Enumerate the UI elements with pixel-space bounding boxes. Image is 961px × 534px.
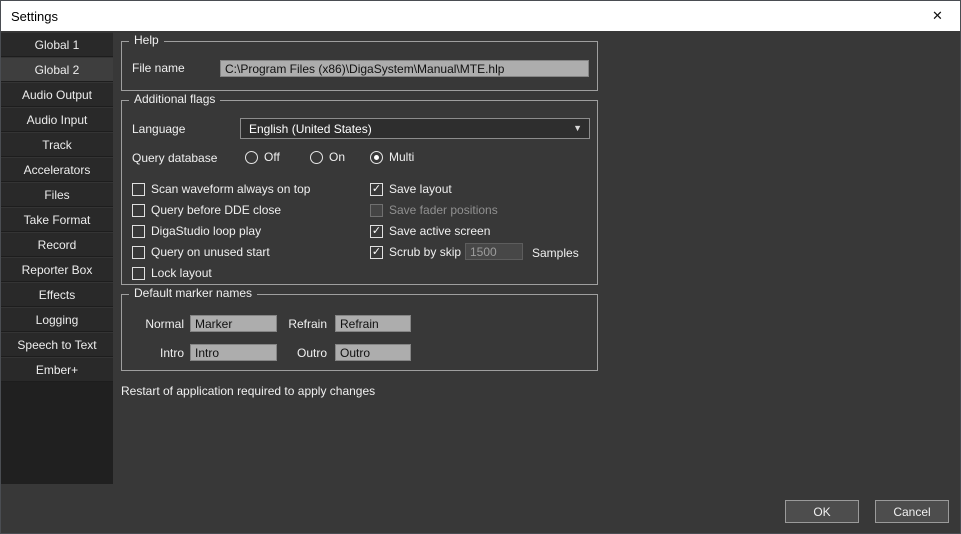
- additional-flags-group-title: Additional flags: [129, 92, 220, 106]
- sidebar-item-label: Track: [42, 138, 72, 152]
- check-icon: ✓: [372, 226, 381, 237]
- sidebar-item-label: Speech to Text: [17, 338, 96, 352]
- additional-flags-group: Additional flags Language English (Unite…: [121, 100, 598, 285]
- sidebar-item-label: Accelerators: [24, 163, 91, 177]
- scrub-by-skip-input[interactable]: [465, 243, 523, 260]
- sidebar-item-label: Logging: [36, 313, 79, 327]
- radio-query-off[interactable]: Off: [245, 150, 280, 164]
- checkbox-icon: ✓: [132, 225, 145, 238]
- window-title: Settings: [11, 9, 58, 24]
- checkbox-label: Save fader positions: [389, 203, 498, 217]
- sidebar-item-label: Global 1: [35, 38, 80, 52]
- check-icon: ✓: [372, 247, 381, 258]
- help-group: Help File name: [121, 41, 598, 91]
- checkbox-icon: ✓: [370, 225, 383, 238]
- marker-label-refrain: Refrain: [277, 317, 327, 331]
- title-bar: Settings ✕: [1, 1, 960, 31]
- checkbox-save-layout[interactable]: ✓ Save layout: [370, 182, 452, 196]
- checkbox-icon: ✓: [370, 183, 383, 196]
- sidebar-item-reporter-box[interactable]: Reporter Box: [1, 257, 113, 282]
- sidebar-item-speech-to-text[interactable]: Speech to Text: [1, 332, 113, 357]
- sidebar-item-label: Audio Input: [27, 113, 88, 127]
- sidebar-item-label: Ember+: [36, 363, 78, 377]
- sidebar-item-audio-input[interactable]: Audio Input: [1, 107, 113, 132]
- radio-icon: [370, 151, 383, 164]
- marker-label-outro: Outro: [277, 346, 327, 360]
- query-database-label: Query database: [132, 151, 217, 165]
- radio-icon: [245, 151, 258, 164]
- sidebar-item-label: Reporter Box: [22, 263, 93, 277]
- sidebar-item-global-2[interactable]: Global 2: [1, 57, 113, 82]
- checkbox-scrub-by-skip[interactable]: ✓ Scrub by skip: [370, 245, 461, 259]
- marker-input-refrain[interactable]: [335, 315, 411, 332]
- checkbox-icon: ✓: [132, 183, 145, 196]
- sidebar-item-label: Take Format: [24, 213, 91, 227]
- sidebar-item-label: Effects: [39, 288, 75, 302]
- marker-label-intro: Intro: [132, 346, 184, 360]
- sidebar-item-ember[interactable]: Ember+: [1, 357, 113, 382]
- sidebar-item-logging[interactable]: Logging: [1, 307, 113, 332]
- marker-label-normal: Normal: [132, 317, 184, 331]
- settings-sidebar: Global 1 Global 2 Audio Output Audio Inp…: [1, 32, 113, 484]
- radio-label: Off: [264, 150, 280, 164]
- sidebar-item-label: Global 2: [35, 63, 80, 77]
- checkbox-label: Lock layout: [151, 266, 212, 280]
- sidebar-item-label: Files: [44, 188, 69, 202]
- ok-button[interactable]: OK: [785, 500, 859, 523]
- sidebar-item-global-1[interactable]: Global 1: [1, 32, 113, 57]
- sidebar-item-record[interactable]: Record: [1, 232, 113, 257]
- checkbox-label: Save active screen: [389, 224, 490, 238]
- sidebar-item-accelerators[interactable]: Accelerators: [1, 157, 113, 182]
- checkbox-icon: ✓: [132, 204, 145, 217]
- default-marker-names-group-title: Default marker names: [129, 286, 257, 300]
- language-dropdown-value: English (United States): [249, 122, 372, 136]
- language-label: Language: [132, 122, 185, 136]
- help-group-title: Help: [129, 33, 164, 47]
- checkbox-save-active-screen[interactable]: ✓ Save active screen: [370, 224, 490, 238]
- sidebar-item-track[interactable]: Track: [1, 132, 113, 157]
- checkbox-icon: ✓: [132, 267, 145, 280]
- sidebar-item-label: Record: [38, 238, 77, 252]
- language-dropdown[interactable]: English (United States) ▼: [240, 118, 590, 139]
- sidebar-item-files[interactable]: Files: [1, 182, 113, 207]
- chevron-down-icon: ▼: [573, 124, 582, 133]
- radio-label: Multi: [389, 150, 414, 164]
- checkbox-icon: ✓: [370, 246, 383, 259]
- checkbox-icon: ✓: [370, 204, 383, 217]
- sidebar-item-label: Audio Output: [22, 88, 92, 102]
- checkbox-label: Scan waveform always on top: [151, 182, 310, 196]
- restart-note: Restart of application required to apply…: [121, 384, 375, 398]
- checkbox-save-fader-positions: ✓ Save fader positions: [370, 203, 498, 217]
- marker-input-outro[interactable]: [335, 344, 411, 361]
- cancel-button[interactable]: Cancel: [875, 500, 949, 523]
- radio-query-on[interactable]: On: [310, 150, 345, 164]
- checkbox-lock-layout[interactable]: ✓ Lock layout: [132, 266, 212, 280]
- checkbox-label: Query before DDE close: [151, 203, 281, 217]
- close-icon[interactable]: ✕: [915, 1, 960, 31]
- checkbox-query-on-unused-start[interactable]: ✓ Query on unused start: [132, 245, 270, 259]
- checkbox-digastudio-loop-play[interactable]: ✓ DigaStudio loop play: [132, 224, 261, 238]
- samples-label: Samples: [532, 246, 579, 260]
- settings-window: Settings ✕ Global 1 Global 2 Audio Outpu…: [0, 0, 961, 534]
- radio-query-multi[interactable]: Multi: [370, 150, 414, 164]
- sidebar-item-take-format[interactable]: Take Format: [1, 207, 113, 232]
- checkbox-icon: ✓: [132, 246, 145, 259]
- radio-icon: [310, 151, 323, 164]
- checkbox-label: Save layout: [389, 182, 452, 196]
- marker-input-normal[interactable]: [190, 315, 277, 332]
- default-marker-names-group: Default marker names Normal Refrain Intr…: [121, 294, 598, 371]
- file-name-input[interactable]: [220, 60, 589, 77]
- sidebar-item-effects[interactable]: Effects: [1, 282, 113, 307]
- marker-input-intro[interactable]: [190, 344, 277, 361]
- checkbox-query-before-dde-close[interactable]: ✓ Query before DDE close: [132, 203, 281, 217]
- checkbox-scan-waveform-always-on-top[interactable]: ✓ Scan waveform always on top: [132, 182, 310, 196]
- checkbox-label: Query on unused start: [151, 245, 270, 259]
- checkbox-label: Scrub by skip: [389, 245, 461, 259]
- file-name-label: File name: [132, 61, 185, 75]
- check-icon: ✓: [372, 184, 381, 195]
- radio-label: On: [329, 150, 345, 164]
- checkbox-label: DigaStudio loop play: [151, 224, 261, 238]
- dialog-body: Global 1 Global 2 Audio Output Audio Inp…: [1, 31, 960, 533]
- sidebar-item-audio-output[interactable]: Audio Output: [1, 82, 113, 107]
